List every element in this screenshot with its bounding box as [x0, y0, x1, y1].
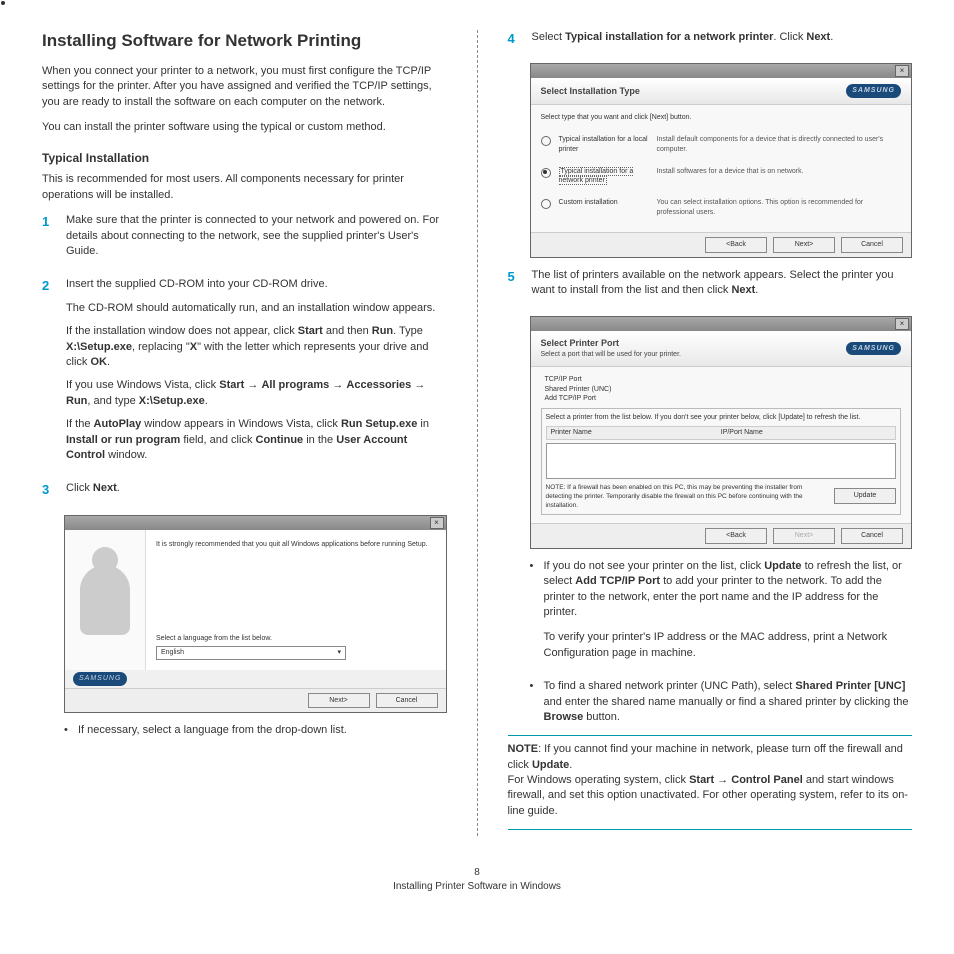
- ss3-cancel-button[interactable]: Cancel: [841, 528, 903, 544]
- ss3-col-printer: Printer Name: [551, 428, 721, 438]
- ss3-next-button: Next>: [773, 528, 835, 544]
- screenshot-install-type: × Select Installation Type SAMSUNG Selec…: [530, 63, 913, 257]
- bullet-update: If you do not see your printer on the li…: [544, 559, 913, 671]
- ss3-title: Select Printer Port: [541, 337, 681, 350]
- intro-paragraph-1: When you connect your printer to a netwo…: [42, 64, 447, 110]
- ss2-instruction: Select type that you want and click [Nex…: [541, 113, 902, 123]
- ss3-printer-list[interactable]: [546, 443, 897, 479]
- radio-network-printer[interactable]: [541, 168, 551, 178]
- step-4: Select Typical installation for a networ…: [532, 30, 913, 45]
- screenshot-select-port: × Select Printer Port Select a port that…: [530, 316, 913, 548]
- ss1-next-button[interactable]: Next>: [308, 693, 370, 709]
- step-2e: If the AutoPlay window appears in Window…: [66, 417, 447, 463]
- ss2-back-button[interactable]: <Back: [705, 237, 767, 253]
- step-number-1: 1: [42, 213, 66, 267]
- chevron-down-icon: ▾: [337, 648, 341, 658]
- step-5: The list of printers available on the ne…: [532, 268, 913, 299]
- bullet-select-lang: If necessary, select a language from the…: [78, 723, 347, 738]
- ss3-col-ipport: IP/Port Name: [721, 428, 891, 438]
- ss3-instruction: Select a printer from the list below. If…: [546, 413, 897, 423]
- footer-section: Installing Printer Software in Windows: [40, 880, 914, 894]
- samsung-logo: SAMSUNG: [846, 342, 901, 356]
- main-heading: Installing Software for Network Printing: [42, 30, 447, 52]
- step-2a: Insert the supplied CD-ROM into your CD-…: [66, 277, 447, 292]
- ss3-update-button[interactable]: Update: [834, 488, 896, 504]
- step-number-5: 5: [508, 268, 532, 307]
- ss3-back-button[interactable]: <Back: [705, 528, 767, 544]
- samsung-logo: SAMSUNG: [846, 84, 901, 98]
- step-3: Click Next.: [66, 481, 447, 496]
- note-divider: [508, 735, 913, 736]
- step-number-3: 3: [42, 481, 66, 504]
- step-2d: If you use Windows Vista, click Start → …: [66, 378, 447, 409]
- step-number-2: 2: [42, 277, 66, 471]
- right-column: 4 Select Typical installation for a netw…: [508, 30, 913, 836]
- typical-desc: This is recommended for most users. All …: [42, 172, 447, 203]
- ss1-recommend: It is strongly recommended that you quit…: [156, 540, 436, 550]
- step-1-text: Make sure that the printer is connected …: [66, 213, 447, 259]
- ss3-subtitle: Select a port that will be used for your…: [541, 350, 681, 360]
- intro-paragraph-2: You can install the printer software usi…: [42, 120, 447, 135]
- left-column: Installing Software for Network Printing…: [42, 30, 447, 836]
- close-icon[interactable]: ×: [895, 65, 909, 77]
- step-2c: If the installation window does not appe…: [66, 324, 447, 370]
- screenshot-language-select: × It is strongly recommended that you qu…: [64, 515, 447, 714]
- ss1-select-lang-label: Select a language from the list below.: [156, 634, 436, 644]
- step-2b: The CD-ROM should automatically run, and…: [66, 301, 447, 316]
- close-icon[interactable]: ×: [430, 517, 444, 529]
- ss2-next-button[interactable]: Next>: [773, 237, 835, 253]
- ss2-title: Select Installation Type: [541, 85, 640, 98]
- ss1-cancel-button[interactable]: Cancel: [376, 693, 438, 709]
- page-number: 8: [40, 866, 914, 880]
- ss2-cancel-button[interactable]: Cancel: [841, 237, 903, 253]
- person-icon: [80, 565, 130, 635]
- close-icon[interactable]: ×: [895, 318, 909, 330]
- step-number-4: 4: [508, 30, 532, 53]
- note-divider-bottom: [508, 829, 913, 830]
- note-text: NOTE: If you cannot find your machine in…: [508, 742, 913, 819]
- bullet-shared: To find a shared network printer (UNC Pa…: [544, 679, 913, 725]
- samsung-logo: SAMSUNG: [73, 672, 127, 686]
- ss3-firewall-note: NOTE: If a firewall has been enabled on …: [546, 483, 829, 510]
- typical-heading: Typical Installation: [42, 150, 447, 167]
- page-footer: 8 Installing Printer Software in Windows: [40, 866, 914, 894]
- radio-custom[interactable]: [541, 199, 551, 209]
- radio-local-printer[interactable]: [541, 136, 551, 146]
- ss1-lang-dropdown[interactable]: English▾: [156, 646, 346, 660]
- column-divider: [477, 30, 478, 836]
